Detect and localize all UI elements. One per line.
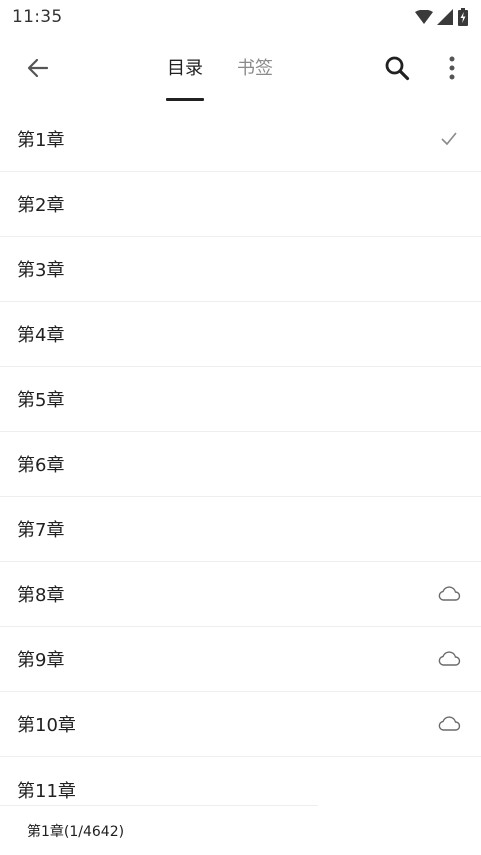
arrow-back-icon — [27, 58, 49, 78]
chapter-title: 第5章 — [17, 390, 65, 411]
cloud-icon — [437, 582, 461, 606]
status-icons — [415, 8, 469, 26]
toolbar: 目录 书签 — [0, 34, 481, 104]
cell-signal-icon — [437, 9, 453, 25]
tab-bookmarks[interactable]: 书签 — [233, 54, 277, 84]
chapter-title: 第3章 — [17, 260, 65, 281]
back-button[interactable] — [18, 48, 58, 88]
chapter-title: 第9章 — [17, 650, 65, 671]
wifi-icon — [415, 10, 433, 24]
chapter-title: 第4章 — [17, 325, 65, 346]
check-icon — [437, 127, 461, 151]
chapter-row[interactable]: 第8章 — [0, 562, 481, 627]
search-button[interactable] — [377, 48, 417, 88]
chapter-list: 第1章 第2章 第3章 第4章 第5章 第6章 第7章 第8章 第9章 第10章 — [0, 107, 481, 822]
chapter-title: 第7章 — [17, 520, 65, 541]
chapter-row[interactable]: 第1章 — [0, 107, 481, 172]
chapter-row[interactable]: 第9章 — [0, 627, 481, 692]
chapter-row[interactable]: 第10章 — [0, 692, 481, 757]
status-time: 11:35 — [12, 7, 63, 27]
chapter-row[interactable]: 第2章 — [0, 172, 481, 237]
more-vert-icon — [449, 56, 455, 80]
status-bar: 11:35 — [0, 0, 481, 34]
tab-indicator — [166, 98, 204, 101]
cloud-icon — [437, 712, 461, 736]
tab-toc[interactable]: 目录 — [163, 54, 207, 84]
chapter-title: 第11章 — [17, 780, 76, 802]
battery-icon — [458, 8, 468, 26]
search-icon — [385, 56, 410, 81]
chapter-row[interactable]: 第5章 — [0, 367, 481, 432]
chapter-title: 第1章 — [17, 130, 65, 151]
chapter-row[interactable]: 第6章 — [0, 432, 481, 497]
cloud-icon — [437, 647, 461, 671]
chapter-title: 第10章 — [17, 715, 76, 736]
chapter-title: 第2章 — [17, 195, 65, 216]
reading-position: 第1章(1/4642) — [27, 823, 125, 840]
chapter-row[interactable]: 第3章 — [0, 237, 481, 302]
chapter-row[interactable]: 第7章 — [0, 497, 481, 562]
chapter-title: 第6章 — [17, 455, 65, 476]
more-options-button[interactable] — [432, 48, 472, 88]
reading-position-footer: 第1章(1/4642) — [0, 806, 481, 855]
chapter-title: 第8章 — [17, 585, 65, 606]
chapter-row[interactable]: 第4章 — [0, 302, 481, 367]
